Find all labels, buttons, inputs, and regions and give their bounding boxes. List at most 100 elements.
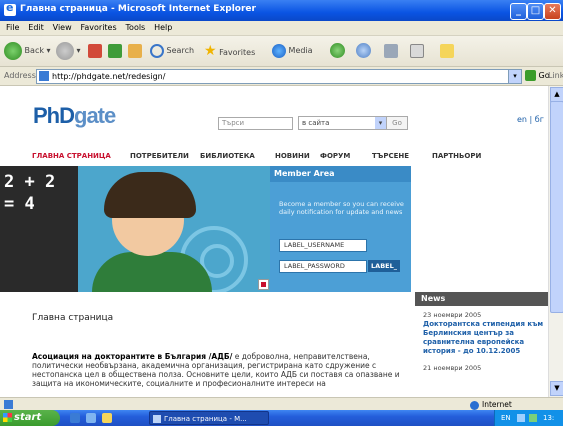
print-icon[interactable]: [384, 44, 398, 58]
nav-news[interactable]: НОВИНИ: [275, 152, 310, 160]
nav-forum[interactable]: ФОРУМ: [320, 152, 350, 160]
start-button[interactable]: start: [0, 410, 60, 426]
favorites-button[interactable]: ★ Favorites: [204, 41, 255, 61]
password-field[interactable]: LABEL_PASSWORD: [279, 260, 367, 273]
news-title: News: [415, 292, 549, 306]
boy-body: [92, 252, 212, 292]
logo-gate: gate: [74, 103, 116, 128]
hero-image: 2 + 2 = 4: [0, 166, 270, 292]
language-switch[interactable]: en | бг: [517, 115, 544, 124]
address-url: http://phdgate.net/redesign/: [52, 72, 166, 81]
forward-button[interactable]: ▾: [56, 41, 81, 61]
taskbar-ie-icon: [153, 415, 161, 423]
hero-next-button[interactable]: [258, 279, 269, 290]
folder-icon[interactable]: [440, 44, 454, 58]
site-go-button[interactable]: Go: [386, 116, 408, 130]
login-button[interactable]: LABEL_: [368, 260, 400, 272]
browser-window: Главна страница - Microsoft Internet Exp…: [0, 0, 563, 410]
nav-library[interactable]: БИБЛИОТЕКА: [200, 152, 255, 160]
search-label: Search: [166, 46, 195, 55]
system-tray: EN 13:: [494, 410, 563, 426]
menu-file[interactable]: File: [6, 21, 19, 35]
globe-icon: [470, 400, 479, 410]
start-label: start: [14, 412, 42, 423]
home-icon[interactable]: [128, 44, 142, 58]
logo-phd: PhD: [33, 103, 75, 128]
go-arrow-icon: [525, 70, 536, 81]
nav-search[interactable]: ТЪРСЕНЕ: [372, 152, 409, 160]
media-label: Media: [288, 46, 313, 55]
nav-home[interactable]: ГЛАВНА СТРАНИЦА: [32, 152, 111, 160]
news-date: 23 ноември 2005: [423, 311, 482, 319]
quicklaunch-folder-icon[interactable]: [102, 413, 112, 423]
menu-tools[interactable]: Tools: [126, 21, 146, 35]
username-field[interactable]: LABEL_USERNAME: [279, 239, 367, 252]
member-area-title: Member Area: [270, 166, 411, 182]
chalkboard: 2 + 2 = 4: [0, 166, 78, 292]
menu-view[interactable]: View: [53, 21, 72, 35]
news-link[interactable]: Докторантска стипендия към Берлинския це…: [415, 319, 549, 356]
vertical-scrollbar[interactable]: ▲ ▼: [548, 86, 563, 397]
main-nav: ГЛАВНА СТРАНИЦА ПОТРЕБИТЕЛИ БИБЛИОТЕКА Н…: [32, 152, 552, 162]
site-logo[interactable]: PhDgate: [33, 103, 116, 129]
scroll-thumb[interactable]: [550, 101, 563, 313]
taskbar: start Главна страница - M... EN 13:: [0, 410, 563, 426]
back-button[interactable]: Back ▾: [4, 41, 51, 61]
refresh-icon[interactable]: [108, 44, 122, 58]
close-button[interactable]: ✕: [544, 3, 561, 20]
status-bar: Internet: [0, 397, 563, 410]
windows-logo-icon: [3, 413, 12, 422]
go-button[interactable]: Go: [525, 70, 550, 81]
intro-bold: Асоциация на докторантите в България /АД…: [32, 352, 233, 361]
zone-label: Internet: [482, 400, 512, 409]
search-button[interactable]: Search: [150, 41, 194, 61]
tray-network-icon[interactable]: [517, 414, 525, 422]
intro-paragraph: Асоциация на докторантите в България /АД…: [32, 352, 407, 388]
mail-icon[interactable]: [356, 43, 371, 58]
media-button[interactable]: Media: [272, 41, 313, 61]
chalk-text-1: 2 + 2: [4, 172, 56, 192]
nav-users[interactable]: ПОТРЕБИТЕЛИ: [130, 152, 189, 160]
edit-icon[interactable]: [410, 44, 424, 58]
scroll-up-icon[interactable]: ▲: [550, 87, 563, 102]
boy-hair: [104, 172, 196, 218]
chevron-down-icon: ▾: [375, 117, 386, 129]
links-button[interactable]: Links: [548, 71, 563, 80]
address-dropdown-icon[interactable]: ▾: [508, 70, 521, 83]
window-title: Главна страница - Microsoft Internet Exp…: [20, 4, 256, 14]
chalk-text-2: = 4: [4, 194, 35, 214]
menu-favorites[interactable]: Favorites: [81, 21, 117, 35]
ie-icon: [4, 1, 16, 16]
media-icon: [272, 43, 286, 58]
task-label: Главна страница - M...: [164, 415, 247, 423]
title-bar[interactable]: Главна страница - Microsoft Internet Exp…: [0, 0, 563, 21]
menu-help[interactable]: Help: [154, 21, 172, 35]
minimize-button[interactable]: _: [510, 3, 527, 20]
site-search-input[interactable]: Търси: [218, 117, 293, 130]
news-panel: News 23 ноември 2005 Докторантска стипен…: [415, 292, 549, 397]
tray-app-icon[interactable]: [529, 414, 537, 422]
address-input[interactable]: http://phdgate.net/redesign/ ▾: [36, 69, 522, 84]
menu-edit[interactable]: Edit: [28, 21, 44, 35]
scroll-down-icon[interactable]: ▼: [550, 381, 563, 396]
page-icon: [39, 71, 49, 81]
nav-partners[interactable]: ПАРТНЬОРИ: [432, 152, 481, 160]
toolbar: Back ▾ ▾ Search ★ Favorites Media: [0, 36, 563, 67]
star-icon: ★: [204, 43, 217, 59]
page-status-icon: [4, 400, 13, 409]
stop-icon[interactable]: [88, 44, 102, 58]
search-icon: [150, 43, 164, 58]
favorites-label: Favorites: [219, 48, 256, 57]
back-label: Back: [24, 46, 44, 55]
news-date: 21 ноември 2005: [423, 364, 482, 372]
clock[interactable]: 13:: [543, 410, 554, 426]
page-title: Главна страница: [32, 313, 114, 323]
quicklaunch-ie-icon[interactable]: [70, 413, 80, 423]
search-scope-select[interactable]: в сайта ▾: [298, 116, 387, 130]
maximize-button[interactable]: □: [527, 3, 544, 20]
language-indicator[interactable]: EN: [501, 410, 511, 426]
quicklaunch-desktop-icon[interactable]: [86, 413, 96, 423]
address-label: Address: [4, 71, 36, 80]
history-icon[interactable]: [330, 43, 345, 58]
taskbar-ie-window[interactable]: Главна страница - M...: [149, 411, 269, 425]
